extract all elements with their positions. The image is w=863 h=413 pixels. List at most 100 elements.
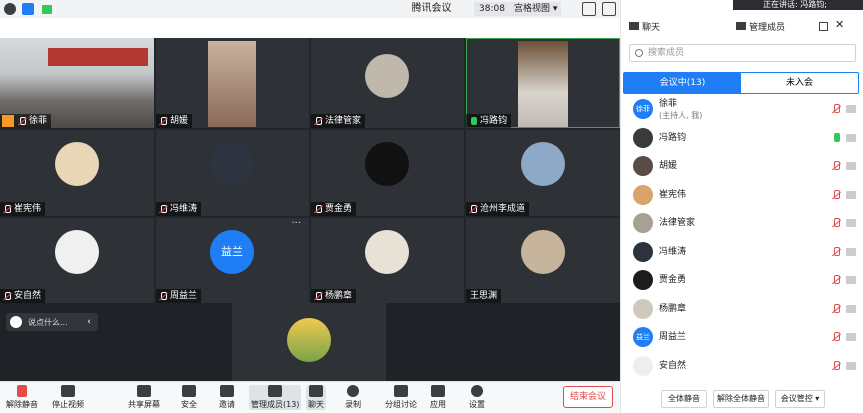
mic-muted-icon[interactable] — [831, 360, 841, 371]
meeting-control-button[interactable]: 会议管控 ▾ — [775, 390, 825, 408]
video-tile[interactable]: 胡媛 — [156, 38, 309, 128]
stop-video-button[interactable]: 停止视频 — [52, 385, 84, 410]
invite-button[interactable]: 邀请 — [219, 385, 235, 410]
member-name: 安自然 — [659, 360, 687, 371]
video-tile[interactable]: 崔宪伟 — [0, 130, 154, 216]
tab-manage-members[interactable]: 管理成员 — [736, 19, 785, 37]
video-camera-icon[interactable] — [846, 190, 856, 199]
member-row[interactable]: 胡媛 — [621, 153, 863, 181]
video-tile[interactable]: 贾金勇 — [311, 130, 464, 216]
video-camera-icon[interactable] — [846, 219, 856, 227]
tile-label: 安自然 — [0, 289, 46, 303]
mic-muted-icon — [158, 204, 168, 214]
video-tile[interactable]: 法律管家 — [311, 38, 464, 128]
video-tile[interactable]: 安自然 — [0, 218, 154, 303]
video-tile[interactable]: 冯维涛 — [156, 130, 309, 216]
video-camera-icon[interactable] — [846, 105, 856, 113]
video-camera-icon[interactable] — [846, 276, 856, 284]
tile-label: 胡媛 — [156, 114, 193, 128]
member-avatar — [633, 184, 653, 205]
mic-muted-icon[interactable] — [831, 161, 841, 171]
end-meeting-button[interactable]: 结束会议 — [563, 386, 613, 408]
share-screen-button[interactable]: 共享屏幕 — [128, 385, 160, 410]
unmute-button[interactable]: 解除静音 — [6, 385, 38, 410]
manage-members-button[interactable]: 管理成员(13) — [249, 385, 302, 410]
tab-chat[interactable]: 聊天 — [629, 19, 660, 37]
shield-icon[interactable] — [22, 3, 34, 15]
video-tile[interactable]: 沧州李成道 — [466, 130, 620, 216]
tile-label: 崔宪伟 — [0, 202, 46, 216]
mic-muted-icon[interactable] — [831, 246, 841, 257]
chat-button[interactable]: 聊天 — [306, 385, 326, 410]
popout-icon[interactable] — [819, 22, 828, 31]
chat-placeholder: 说点什么... — [28, 317, 68, 327]
mic-on-icon[interactable] — [831, 132, 841, 143]
unmute-all-button[interactable]: 解除全体静音 — [713, 390, 769, 408]
member-avatar — [633, 241, 653, 262]
record-button[interactable]: 录制 — [345, 385, 361, 410]
video-camera-icon[interactable] — [846, 133, 856, 142]
mic-muted-icon[interactable] — [831, 275, 841, 285]
tab-not-joined[interactable]: 未入会 — [741, 73, 858, 93]
video-tile[interactable]: 王思渊 — [466, 218, 620, 303]
participant-avatar — [210, 142, 254, 186]
chevron-left-icon[interactable]: ‹ — [82, 315, 96, 329]
breakout-rooms-button[interactable]: 分组讨论 — [385, 385, 417, 410]
member-row[interactable]: 安自然 — [621, 353, 863, 381]
member-avatar — [633, 127, 653, 148]
participant-avatar — [55, 142, 99, 186]
participant-name: 沧州李成道 — [480, 204, 526, 214]
info-icon[interactable] — [4, 3, 16, 15]
video-tile[interactable]: 杨鹏章 — [311, 218, 464, 303]
member-row[interactable]: 徐菲 徐菲 (主持人, 我) — [621, 96, 863, 124]
settings-button[interactable]: 设置 — [469, 385, 485, 410]
participant-name: 冯路钧 — [480, 116, 508, 126]
mic-on-icon — [468, 116, 478, 126]
member-search-input[interactable]: 搜索成员 — [629, 44, 856, 62]
video-tile[interactable] — [232, 303, 386, 381]
participant-avatar — [365, 230, 409, 274]
mic-muted-icon — [468, 204, 478, 214]
close-icon[interactable]: ✕ — [835, 18, 844, 31]
tile-label: 冯路钧 — [466, 114, 512, 128]
security-button[interactable]: 安全 — [181, 385, 197, 410]
apps-button[interactable]: 应用 — [430, 385, 446, 410]
member-row[interactable]: 崔宪伟 — [621, 182, 863, 210]
video-camera-icon[interactable] — [846, 162, 856, 170]
member-row[interactable]: 冯路钧 — [621, 125, 863, 153]
sidebar-toggle-icon[interactable] — [602, 2, 616, 16]
tool-label: 安全 — [181, 400, 197, 409]
mic-muted-icon[interactable] — [831, 218, 841, 228]
member-row[interactable]: 益兰 周益兰 — [621, 324, 863, 352]
participant-avatar — [365, 54, 409, 98]
video-tile[interactable]: 益兰 ··· 周益兰 — [156, 218, 309, 303]
mic-muted-icon[interactable] — [831, 303, 841, 314]
member-row[interactable]: 杨鹏章 — [621, 296, 863, 324]
video-camera-icon[interactable] — [846, 304, 856, 313]
view-mode-select[interactable]: 宫格视图 ▾ — [510, 2, 562, 16]
video-tile[interactable]: 徐菲 — [0, 38, 154, 128]
emoji-icon[interactable] — [10, 316, 22, 328]
participant-name: 冯维涛 — [170, 204, 198, 214]
more-icon[interactable]: ··· — [291, 218, 301, 229]
fullscreen-icon[interactable] — [582, 2, 596, 16]
member-row[interactable]: 冯维涛 — [621, 239, 863, 267]
participant-name: 崔宪伟 — [14, 204, 42, 214]
member-row[interactable]: 法律管家 — [621, 210, 863, 238]
participant-avatar: 益兰 — [210, 230, 254, 274]
video-camera-icon[interactable] — [846, 361, 856, 370]
video-camera-icon[interactable] — [846, 333, 856, 341]
member-row[interactable]: 贾金勇 — [621, 267, 863, 295]
member-avatar — [633, 213, 653, 233]
speaking-indicator: 正在讲话: 冯路钧; — [733, 0, 863, 10]
invite-user-icon — [220, 385, 234, 397]
mic-muted-icon[interactable] — [831, 189, 841, 200]
video-tile-speaking[interactable]: 冯路钧 — [466, 38, 620, 128]
participant-name: 法律管家 — [325, 116, 362, 126]
video-camera-icon[interactable] — [846, 247, 856, 256]
signal-icon — [42, 5, 52, 14]
mic-muted-icon[interactable] — [831, 104, 841, 114]
mic-muted-icon[interactable] — [831, 332, 841, 342]
mute-all-button[interactable]: 全体静音 — [661, 390, 707, 408]
tab-in-meeting[interactable]: 会议中(13) — [624, 73, 741, 93]
